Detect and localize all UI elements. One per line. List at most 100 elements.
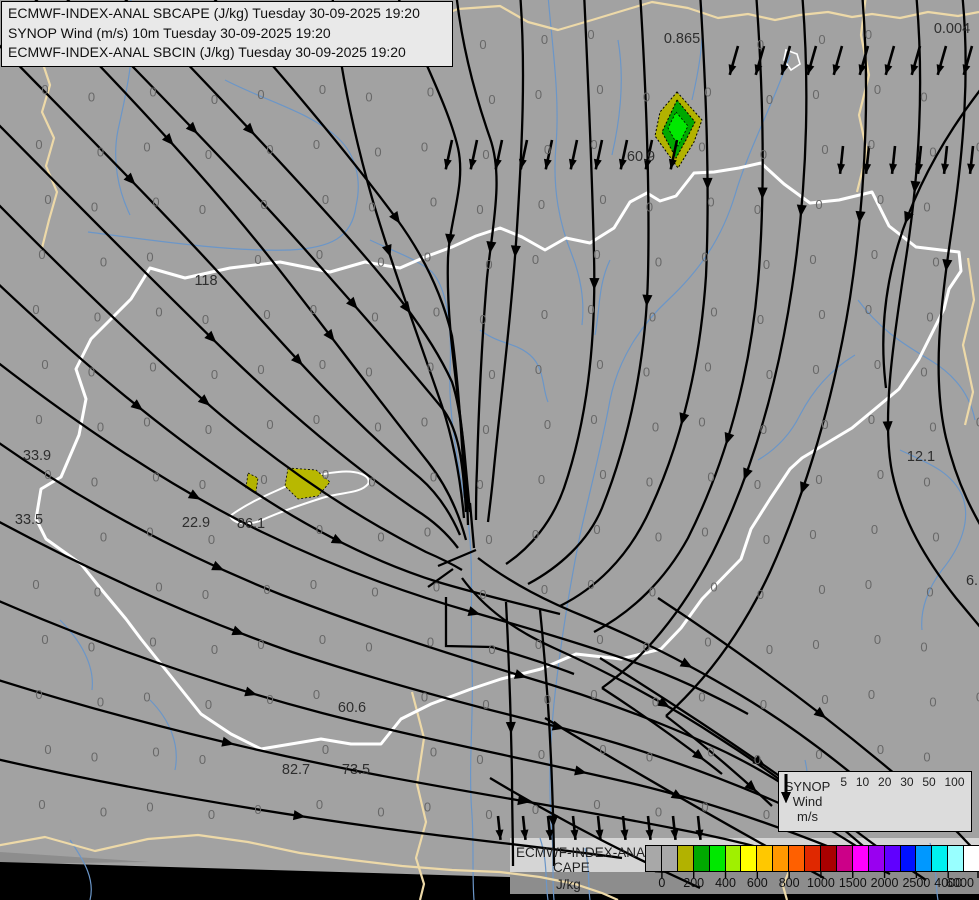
station-zero: 0	[199, 477, 206, 492]
station-zero: 0	[815, 197, 822, 212]
station-zero: 0	[479, 312, 486, 327]
station-zero: 0	[421, 690, 428, 705]
station-zero: 0	[587, 577, 594, 592]
station-zero: 0	[871, 247, 878, 262]
station-zero: 0	[877, 467, 884, 482]
station-zero: 0	[932, 255, 939, 270]
station-zero: 0	[488, 367, 495, 382]
station-zero: 0	[920, 640, 927, 655]
cape-color-box	[835, 845, 853, 872]
station-zero: 0	[596, 82, 603, 97]
contour-label: 60.9	[627, 149, 655, 165]
station-zero: 0	[652, 420, 659, 435]
station-zero: 0	[812, 87, 819, 102]
station-zero: 0	[310, 302, 317, 317]
station-zero: 0	[544, 142, 551, 157]
station-zero: 0	[205, 697, 212, 712]
cape-color-box	[804, 845, 821, 872]
station-zero: 0	[479, 587, 486, 602]
station-zero: 0	[871, 522, 878, 537]
station-zero: 0	[488, 642, 495, 657]
station-zero: 0	[701, 800, 708, 815]
station-zero: 0	[143, 690, 150, 705]
station-zero: 0	[368, 200, 375, 215]
contour-label: 86.1	[237, 516, 265, 532]
station-zero: 0	[590, 687, 597, 702]
station-zero: 0	[532, 527, 539, 542]
station-zero: 0	[812, 637, 819, 652]
title-line-wind: SYNOP Wind (m/s) 10m Tuesday 30-09-2025 …	[8, 24, 331, 41]
station-zero: 0	[421, 415, 428, 430]
station-zero: 0	[433, 580, 440, 595]
station-zero: 0	[430, 470, 437, 485]
cape-color-box	[660, 845, 678, 872]
station-zero: 0	[322, 192, 329, 207]
station-zero: 0	[482, 697, 489, 712]
station-zero: 0	[482, 422, 489, 437]
station-zero: 0	[485, 807, 492, 822]
wind-speed-label: 20	[878, 775, 892, 789]
station-zero: 0	[920, 90, 927, 105]
station-zero: 0	[541, 32, 548, 47]
station-zero: 0	[646, 750, 653, 765]
station-zero: 0	[97, 695, 104, 710]
station-zero: 0	[704, 635, 711, 650]
contour-label: 12.1	[907, 449, 935, 465]
station-zero: 0	[199, 202, 206, 217]
station-zero: 0	[865, 27, 872, 42]
map-canvas: 0 0 0 0 0 0 0 0 0 0 0 0 0 0 0 0 0 0 0 0 0 0 0 0 0 0 0 0 0 0 0 0 0 0 0 0 0 0 0 0…	[0, 0, 979, 900]
station-zero: 0	[593, 247, 600, 262]
station-zero: 0	[590, 137, 597, 152]
cape-color-box	[931, 845, 949, 872]
station-zero: 0	[707, 745, 714, 760]
station-zero: 0	[365, 640, 372, 655]
station-zero: 0	[266, 142, 273, 157]
station-zero: 0	[41, 632, 48, 647]
station-zero: 0	[926, 585, 933, 600]
station-zero: 0	[544, 417, 551, 432]
station-zero: 0	[532, 802, 539, 817]
station-zero: 0	[865, 302, 872, 317]
station-zero: 0	[38, 247, 45, 262]
station-zero: 0	[541, 307, 548, 322]
station-zero: 0	[374, 420, 381, 435]
station-zero: 0	[374, 145, 381, 160]
station-zero: 0	[929, 420, 936, 435]
station-zero: 0	[821, 142, 828, 157]
station-zero: 0	[593, 797, 600, 812]
station-zero: 0	[143, 140, 150, 155]
cape-color-box	[788, 845, 806, 872]
wind-speed-column: 10	[781, 774, 869, 830]
station-zero: 0	[365, 365, 372, 380]
station-zero: 0	[763, 807, 770, 822]
station-zero: 0	[260, 472, 267, 487]
cape-tick-label: 1500	[838, 876, 867, 890]
station-zero: 0	[868, 687, 875, 702]
contour-label: 60.6	[338, 700, 366, 716]
station-zero: 0	[932, 530, 939, 545]
station-zero: 0	[424, 250, 431, 265]
station-zero: 0	[38, 797, 45, 812]
station-zero: 0	[482, 147, 489, 162]
station-zero: 0	[433, 305, 440, 320]
station-zero: 0	[263, 582, 270, 597]
station-zero: 0	[310, 577, 317, 592]
cape-color-box	[740, 845, 758, 872]
station-zero: 0	[821, 692, 828, 707]
station-zero: 0	[476, 202, 483, 217]
station-zero: 0	[766, 92, 773, 107]
wind-speed-column: 50	[781, 774, 936, 830]
station-zero: 0	[757, 312, 764, 327]
cape-color-box	[756, 845, 774, 872]
station-zero: 0	[710, 305, 717, 320]
station-zero: 0	[32, 577, 39, 592]
station-zero: 0	[316, 797, 323, 812]
station-zero: 0	[319, 82, 326, 97]
cape-color-scale	[645, 845, 979, 872]
station-zero: 0	[427, 85, 434, 100]
station-zero: 0	[599, 742, 606, 757]
station-zero: 0	[146, 525, 153, 540]
station-zero: 0	[535, 637, 542, 652]
contour-label: 22.9	[182, 515, 210, 531]
station-zero: 0	[929, 695, 936, 710]
